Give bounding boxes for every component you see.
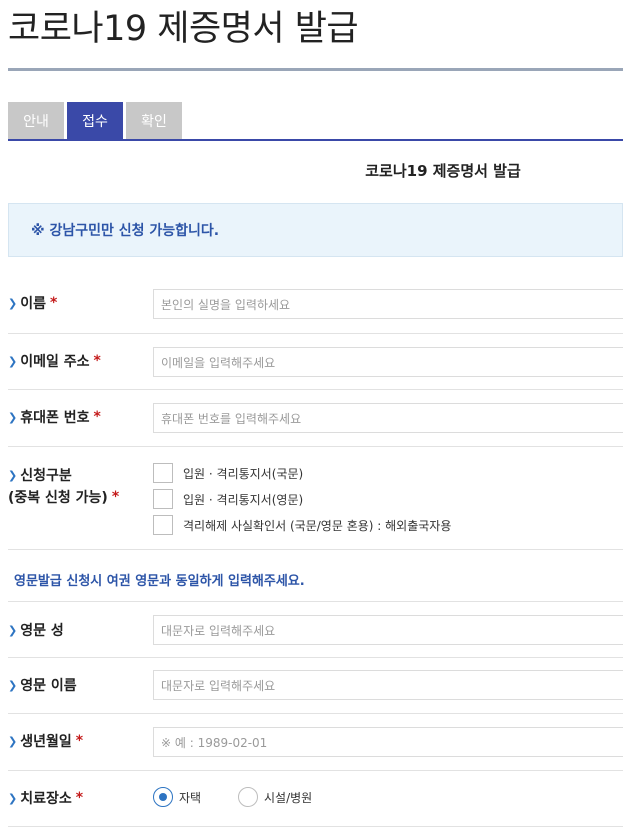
request-option-isolation-en[interactable]: 입원 · 격리통지서(영문) xyxy=(153,489,303,509)
checkbox[interactable] xyxy=(153,489,173,509)
checkbox[interactable] xyxy=(153,463,173,483)
chevron-right-icon: ❯ xyxy=(8,734,18,748)
chevron-right-icon: ❯ xyxy=(8,678,18,692)
required-mark: * xyxy=(75,790,84,806)
treatment-option-home[interactable]: 자택 xyxy=(153,787,201,807)
page-title: 코로나19 제증명서 발급 xyxy=(8,9,359,49)
phone-row: ❯ 휴대폰 번호 * 휴대폰 번호를 입력해주세요 xyxy=(8,390,623,447)
treatment-place-label: ❯ 치료장소 * xyxy=(8,790,84,807)
request-option-isolation-ko[interactable]: 입원 · 격리통지서(국문) xyxy=(153,463,303,483)
birthdate-row: ❯ 생년월일 * ※ 예 : 1989-02-01 xyxy=(8,714,623,771)
tab-guide[interactable]: 안내 xyxy=(8,102,64,140)
chevron-right-icon: ❯ xyxy=(8,468,18,482)
en-given-name-label: ❯ 영문 이름 xyxy=(8,678,77,694)
request-type-row: ❯ 신청구분 (중복 신청 가능) * 입원 · 격리통지서(국문) 입원 · … xyxy=(8,447,623,550)
request-option-release-certificate[interactable]: 격리해제 사실확인서 (국문/영문 혼용) : 해외출국자용 xyxy=(153,515,451,535)
english-input-notice: 영문발급 신청시 여권 영문과 동일하게 입력해주세요. xyxy=(14,574,305,589)
en-surname-input[interactable]: 대문자로 입력해주세요 xyxy=(153,615,623,645)
email-row: ❯ 이메일 주소 * 이메일을 입력해주세요 xyxy=(8,334,623,390)
chevron-right-icon: ❯ xyxy=(8,354,18,368)
en-given-name-row: ❯ 영문 이름 대문자로 입력해주세요 xyxy=(8,658,623,714)
request-type-sublabel: (중복 신청 가능) * xyxy=(8,489,120,506)
resident-notice: ※ 강남구민만 신청 가능합니다. xyxy=(8,203,623,257)
tab-confirm[interactable]: 확인 xyxy=(126,102,182,140)
birthdate-label: ❯ 생년월일 * xyxy=(8,733,84,750)
name-row: ❯ 이름 * 본인의 실명을 입력하세요 xyxy=(8,277,623,334)
chevron-right-icon: ❯ xyxy=(8,296,18,310)
radio-button[interactable] xyxy=(238,787,258,807)
required-mark: * xyxy=(93,353,101,369)
title-divider xyxy=(8,68,623,71)
birthdate-input[interactable]: ※ 예 : 1989-02-01 xyxy=(153,727,623,757)
name-label: ❯ 이름 * xyxy=(8,295,58,312)
radio-button[interactable] xyxy=(153,787,173,807)
chevron-right-icon: ❯ xyxy=(8,623,18,637)
email-input[interactable]: 이메일을 입력해주세요 xyxy=(153,347,623,377)
en-surname-row: ❯ 영문 성 대문자로 입력해주세요 xyxy=(8,601,623,658)
form-title: 코로나19 제증명서 발급 xyxy=(365,162,521,180)
chevron-right-icon: ❯ xyxy=(8,410,18,424)
chevron-right-icon: ❯ xyxy=(8,791,18,805)
phone-input[interactable]: 휴대폰 번호를 입력해주세요 xyxy=(153,403,623,433)
en-surname-label: ❯ 영문 성 xyxy=(8,623,64,639)
step-tabs: 안내 접수 확인 xyxy=(8,102,185,140)
checkbox[interactable] xyxy=(153,515,173,535)
treatment-place-row: ❯ 치료장소 * xyxy=(8,771,623,827)
required-mark: * xyxy=(111,489,120,505)
email-label: ❯ 이메일 주소 * xyxy=(8,353,101,370)
tab-apply[interactable]: 접수 xyxy=(67,102,123,140)
tab-divider xyxy=(8,139,623,141)
required-mark: * xyxy=(49,295,58,311)
name-input[interactable]: 본인의 실명을 입력하세요 xyxy=(153,289,623,319)
en-given-name-input[interactable]: 대문자로 입력해주세요 xyxy=(153,670,623,700)
required-mark: * xyxy=(93,409,101,425)
request-type-label: ❯ 신청구분 xyxy=(8,468,72,484)
required-mark: * xyxy=(75,733,84,749)
treatment-option-facility[interactable]: 시설/병원 xyxy=(238,787,312,807)
phone-label: ❯ 휴대폰 번호 * xyxy=(8,409,101,426)
